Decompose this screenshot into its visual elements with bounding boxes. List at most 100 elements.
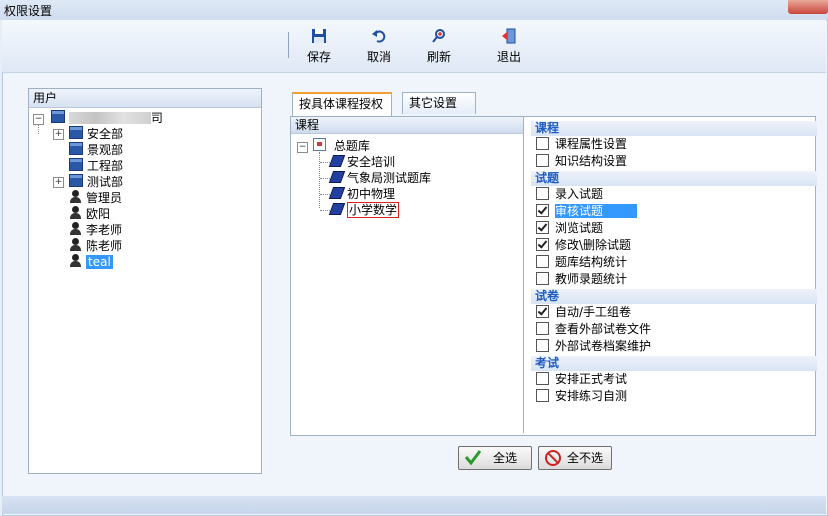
tree-item-label: 李老师 [86, 223, 123, 237]
refresh-label: 刷新 [426, 50, 451, 64]
expand-icon[interactable]: + [53, 129, 64, 140]
permission-checkbox[interactable] [536, 221, 549, 234]
exit-label: 退出 [496, 50, 521, 64]
expand-icon[interactable]: + [53, 177, 64, 188]
permission-checkbox[interactable] [536, 187, 549, 200]
permission-label: 安排正式考试 [555, 372, 628, 386]
course-item-label: 气象局测试题库 [347, 171, 432, 185]
user-icon [69, 222, 82, 236]
course-item[interactable]: 小学数学 [328, 202, 400, 218]
tree-item-user[interactable]: teal [69, 254, 113, 270]
collapse-icon[interactable]: − [297, 142, 308, 153]
permission-checkbox[interactable] [536, 272, 549, 285]
check-icon [465, 450, 481, 465]
permission-label: 安排练习自测 [555, 389, 628, 403]
book-icon [328, 203, 346, 215]
users-panel-header: 用户 [29, 89, 261, 108]
course-item[interactable]: 安全培训 [328, 154, 395, 170]
permission-item[interactable]: 审核试题 [536, 203, 638, 219]
permission-item[interactable]: 自动/手工组卷 [536, 304, 631, 320]
permission-checkbox[interactable] [536, 238, 549, 251]
select-all-button[interactable]: 全选 [458, 446, 532, 470]
save-icon [312, 29, 326, 43]
permission-checkbox[interactable] [536, 339, 549, 352]
tree-item-label: 景观部 [87, 143, 124, 157]
toolbar-separator [288, 32, 289, 58]
department-icon [69, 126, 83, 139]
redacted-name [68, 112, 151, 124]
permission-item[interactable]: 安排练习自测 [536, 388, 627, 404]
user-icon [69, 254, 82, 268]
course-item[interactable]: 气象局测试题库 [328, 170, 432, 186]
cancel-button[interactable]: 取消 [352, 24, 406, 68]
permission-label: 外部试卷档案维护 [555, 339, 652, 353]
save-button[interactable]: 保存 [292, 24, 346, 68]
tree-item-user[interactable]: 陈老师 [69, 238, 122, 254]
book-icon [328, 171, 346, 183]
permission-checkbox[interactable] [536, 255, 549, 268]
company-icon [51, 110, 65, 123]
course-root-label: 总题库 [333, 139, 370, 153]
cancel-label: 取消 [366, 50, 391, 64]
permission-checkbox[interactable] [536, 305, 549, 318]
course-item[interactable]: 初中物理 [328, 186, 395, 202]
tree-line [38, 124, 39, 134]
tab-other-settings[interactable]: 其它设置 [402, 92, 476, 114]
tree-root-company[interactable]: 司 [51, 110, 163, 126]
permission-label: 课程属性设置 [555, 137, 628, 151]
save-label: 保存 [306, 50, 331, 64]
close-button[interactable] [788, 0, 828, 14]
tab-course-auth[interactable]: 按具体课程授权 [292, 92, 392, 116]
permission-group-header: 试题 [531, 171, 817, 186]
permission-label: 录入试题 [555, 187, 604, 201]
department-icon [69, 174, 83, 187]
tree-item-label: 欧阳 [86, 207, 111, 221]
permission-label: 教师录题统计 [555, 272, 628, 286]
permission-checkbox[interactable] [536, 372, 549, 385]
permission-label: 知识结构设置 [555, 154, 628, 168]
status-bar [2, 496, 826, 514]
permission-group-header: 课程 [531, 121, 817, 136]
book-icon [328, 187, 346, 199]
tab-panel: 课程 − 总题库 安全培训 气象局测试题库 初中物理 小学数学 课程 课程属性设置 知识结… [290, 116, 817, 436]
permission-item[interactable]: 查看外部试卷文件 [536, 321, 651, 337]
course-item-label: 小学数学 [347, 202, 400, 218]
course-panel-header: 课程 [291, 117, 523, 134]
tree-item-user[interactable]: 欧阳 [69, 206, 110, 222]
permission-item[interactable]: 修改\删除试题 [536, 237, 631, 253]
refresh-icon [432, 29, 445, 43]
permission-item[interactable]: 浏览试题 [536, 220, 603, 236]
permissions-panel: 课程 课程属性设置 知识结构设置试题 录入试题审核试题浏览试题 修改\删除试题题库结构统… [531, 117, 817, 433]
permission-item[interactable]: 教师录题统计 [536, 271, 627, 287]
department-icon [69, 142, 83, 155]
undo-icon [372, 30, 386, 43]
tree-item-user[interactable]: 李老师 [69, 222, 122, 238]
permission-item[interactable]: 外部试卷档案维护 [536, 338, 651, 354]
exit-button[interactable]: 退出 [482, 24, 536, 68]
select-none-button[interactable]: 全不选 [538, 446, 612, 470]
permission-item[interactable]: 录入试题 [536, 186, 603, 202]
permission-checkbox[interactable] [536, 389, 549, 402]
permission-group-header: 考试 [531, 356, 817, 371]
permission-item[interactable]: 题库结构统计 [536, 254, 627, 270]
tree-item-user[interactable]: 管理员 [69, 190, 122, 206]
tree-item-department[interactable]: 景观部 [69, 142, 123, 158]
permission-item[interactable]: 安排正式考试 [536, 371, 627, 387]
course-root[interactable]: 总题库 [313, 138, 370, 154]
permission-item[interactable]: 课程属性设置 [536, 136, 627, 152]
permission-checkbox[interactable] [536, 154, 549, 167]
permission-item[interactable]: 知识结构设置 [536, 153, 627, 169]
tree-item-label: 陈老师 [86, 239, 123, 253]
users-panel: 用户 − 司 + 安全部 景观部 工程部 + 测试部 管理员 欧阳 李老师 陈老师 teal [28, 88, 262, 474]
permission-label: 审核试题 [555, 204, 638, 218]
tree-line [320, 210, 330, 211]
permission-checkbox[interactable] [536, 322, 549, 335]
permission-checkbox[interactable] [536, 137, 549, 150]
permission-checkbox[interactable] [536, 204, 549, 217]
refresh-button[interactable]: 刷新 [412, 24, 466, 68]
tree-item-department[interactable]: 测试部 [69, 174, 123, 190]
tree-item-department[interactable]: 安全部 [69, 126, 123, 142]
tree-item-label: 管理员 [86, 191, 123, 205]
permission-label: 题库结构统计 [555, 255, 628, 269]
tree-item-department[interactable]: 工程部 [69, 158, 123, 174]
